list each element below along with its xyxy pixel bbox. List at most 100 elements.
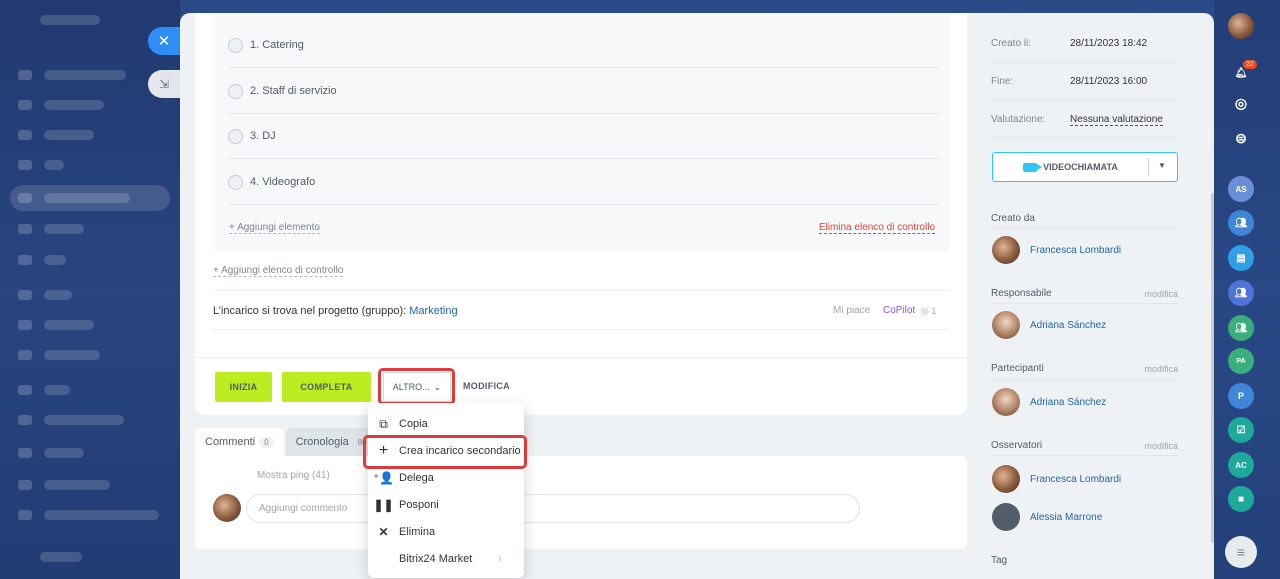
menu-item-delete[interactable]: ✕ Elimina	[368, 519, 524, 545]
task-card: 1. Catering 2. Staff di servizio 3. DJ 4…	[195, 13, 967, 415]
group-icon[interactable]: 👥︎	[1228, 315, 1254, 341]
person-name[interactable]: Francesca Lombardi	[1030, 245, 1121, 256]
menu-icon[interactable]: ≡	[1225, 536, 1257, 568]
minimize-icon: ⇲	[158, 77, 170, 91]
edit-responsible-link[interactable]: modifica	[1144, 289, 1178, 299]
divider	[991, 303, 1178, 304]
project-link[interactable]: Marketing	[409, 305, 457, 317]
edit-button[interactable]: MODIFICA	[463, 381, 510, 391]
nav-placeholder	[44, 255, 66, 265]
checkbox-icon[interactable]	[228, 174, 243, 190]
checklist-item-label: 3. DJ	[250, 130, 276, 142]
nav-placeholder	[44, 385, 70, 395]
copilot-icon[interactable]: ◎	[1228, 90, 1254, 116]
responsible-person[interactable]: Adriana Sánchez	[992, 311, 1106, 339]
menu-item-label: Elimina	[399, 526, 436, 538]
nav-placeholder	[44, 224, 84, 234]
like-button[interactable]: Mi piace	[833, 305, 870, 316]
tags-title: Tag	[991, 555, 1008, 566]
complete-button[interactable]: COMPLETA	[282, 372, 371, 402]
comment-input[interactable]: Aggiungi commento	[246, 494, 860, 523]
camera-icon	[1023, 162, 1043, 172]
user-avatar[interactable]	[1228, 13, 1254, 39]
divider	[195, 357, 967, 358]
menu-item-postpone[interactable]: ❚❚ Posponi	[368, 492, 524, 518]
person-name[interactable]: Adriana Sánchez	[1030, 320, 1106, 331]
contact-avatar[interactable]: P	[1228, 383, 1254, 409]
show-pings-link[interactable]: Mostra ping (41)	[257, 470, 330, 481]
menu-item-label: Bitrix24 Market	[399, 553, 473, 565]
task-icon[interactable]: ☑	[1228, 417, 1254, 443]
nav-icon	[18, 415, 32, 425]
nav-icon	[18, 385, 32, 395]
checkbox-icon[interactable]	[228, 37, 243, 53]
checklist-item[interactable]: 2. Staff di servizio	[228, 69, 940, 114]
nav-placeholder	[44, 510, 159, 520]
person-name[interactable]: Adriana Sánchez	[1030, 397, 1106, 408]
views-count: ◎ 1	[921, 306, 937, 316]
person-name[interactable]: Francesca Lombardi	[1030, 474, 1121, 485]
nav-icon	[18, 350, 32, 360]
end-value: 28/11/2023 16:00	[1070, 76, 1148, 87]
checklist: 1. Catering 2. Staff di servizio 3. DJ 4…	[212, 13, 950, 251]
divider	[212, 290, 950, 291]
chat-search-icon[interactable]: ⊜	[1228, 125, 1254, 151]
checklist-item-label: 1. Catering	[250, 39, 304, 51]
tab-comments[interactable]: Commenti 0	[195, 428, 284, 456]
caret-down-icon[interactable]: ▼	[1158, 161, 1166, 170]
divider	[212, 329, 950, 330]
copy-icon: ⧉	[379, 416, 388, 431]
chat-icon[interactable]: ▤	[1228, 245, 1254, 271]
contact-avatar[interactable]: AC	[1228, 452, 1254, 478]
observer-person[interactable]: Alessia Marrone	[992, 503, 1102, 531]
delete-checklist-link[interactable]: Elimina elenco di controllo	[818, 222, 935, 234]
project-info: L’incarico si trova nel progetto (gruppo…	[213, 305, 458, 317]
nav-icon	[18, 100, 32, 110]
start-button[interactable]: INIZIA	[215, 372, 272, 402]
group-icon[interactable]: 👥︎	[1228, 280, 1254, 306]
edit-participants-link[interactable]: modifica	[1144, 364, 1178, 374]
group-icon[interactable]: 👥︎	[1228, 210, 1254, 236]
creator-person[interactable]: Francesca Lombardi	[992, 236, 1121, 264]
video-call-main[interactable]: VIDEOCHIAMATA	[993, 153, 1148, 181]
end-label: Fine:	[991, 76, 1014, 87]
menu-item-market[interactable]: Bitrix24 Market ›	[368, 546, 524, 572]
checklist-item[interactable]: 3. DJ	[228, 114, 940, 159]
nav-placeholder	[44, 448, 84, 458]
avatar	[992, 236, 1020, 264]
divider	[991, 100, 1178, 101]
created-label: Creato il:	[991, 38, 1032, 49]
menu-item-copy[interactable]: ⧉ Copia	[368, 411, 524, 437]
pause-icon: ❚❚	[373, 498, 394, 512]
close-icon: ✕	[378, 525, 389, 539]
nav-placeholder	[44, 70, 126, 80]
tab-count: 0	[259, 436, 274, 448]
checklist-item[interactable]: 1. Catering	[228, 23, 940, 68]
copilot-button[interactable]: CoPilot	[883, 305, 915, 316]
avatar	[992, 388, 1020, 416]
nav-placeholder	[40, 552, 82, 562]
add-checklist-link[interactable]: + Aggiungi elenco di controllo	[213, 265, 344, 277]
close-slider-button[interactable]: ✕	[148, 27, 180, 55]
contact-avatar[interactable]: AS	[1228, 176, 1254, 202]
created-value: 28/11/2023 18:42	[1070, 38, 1148, 49]
minimize-slider-button[interactable]: ⇲	[148, 70, 180, 98]
checkbox-icon[interactable]	[228, 83, 243, 99]
tab-label: Commenti	[205, 436, 256, 448]
rating-value[interactable]: Nessuna valutazione	[1070, 114, 1163, 126]
project-prefix: L’incarico si trova nel progetto (gruppo…	[213, 305, 407, 317]
divider	[1148, 158, 1149, 176]
nav-icon	[18, 255, 32, 265]
add-checklist-item-link[interactable]: + Aggiungi elemento	[229, 222, 320, 234]
observer-person[interactable]: Francesca Lombardi	[992, 465, 1121, 493]
delegate-icon: ⁺👤	[372, 471, 395, 485]
contact-avatar[interactable]: PA	[1228, 348, 1254, 374]
checklist-item[interactable]: 4. Videografo	[228, 160, 940, 205]
edit-observers-link[interactable]: modifica	[1144, 441, 1178, 451]
person-name[interactable]: Alessia Marrone	[1030, 512, 1102, 523]
nav-icon	[18, 70, 32, 80]
video-icon[interactable]: ■	[1228, 486, 1254, 512]
participant-person[interactable]: Adriana Sánchez	[992, 388, 1106, 416]
checkbox-icon[interactable]	[228, 128, 243, 144]
video-call-button[interactable]: VIDEOCHIAMATA ▼	[992, 152, 1178, 182]
